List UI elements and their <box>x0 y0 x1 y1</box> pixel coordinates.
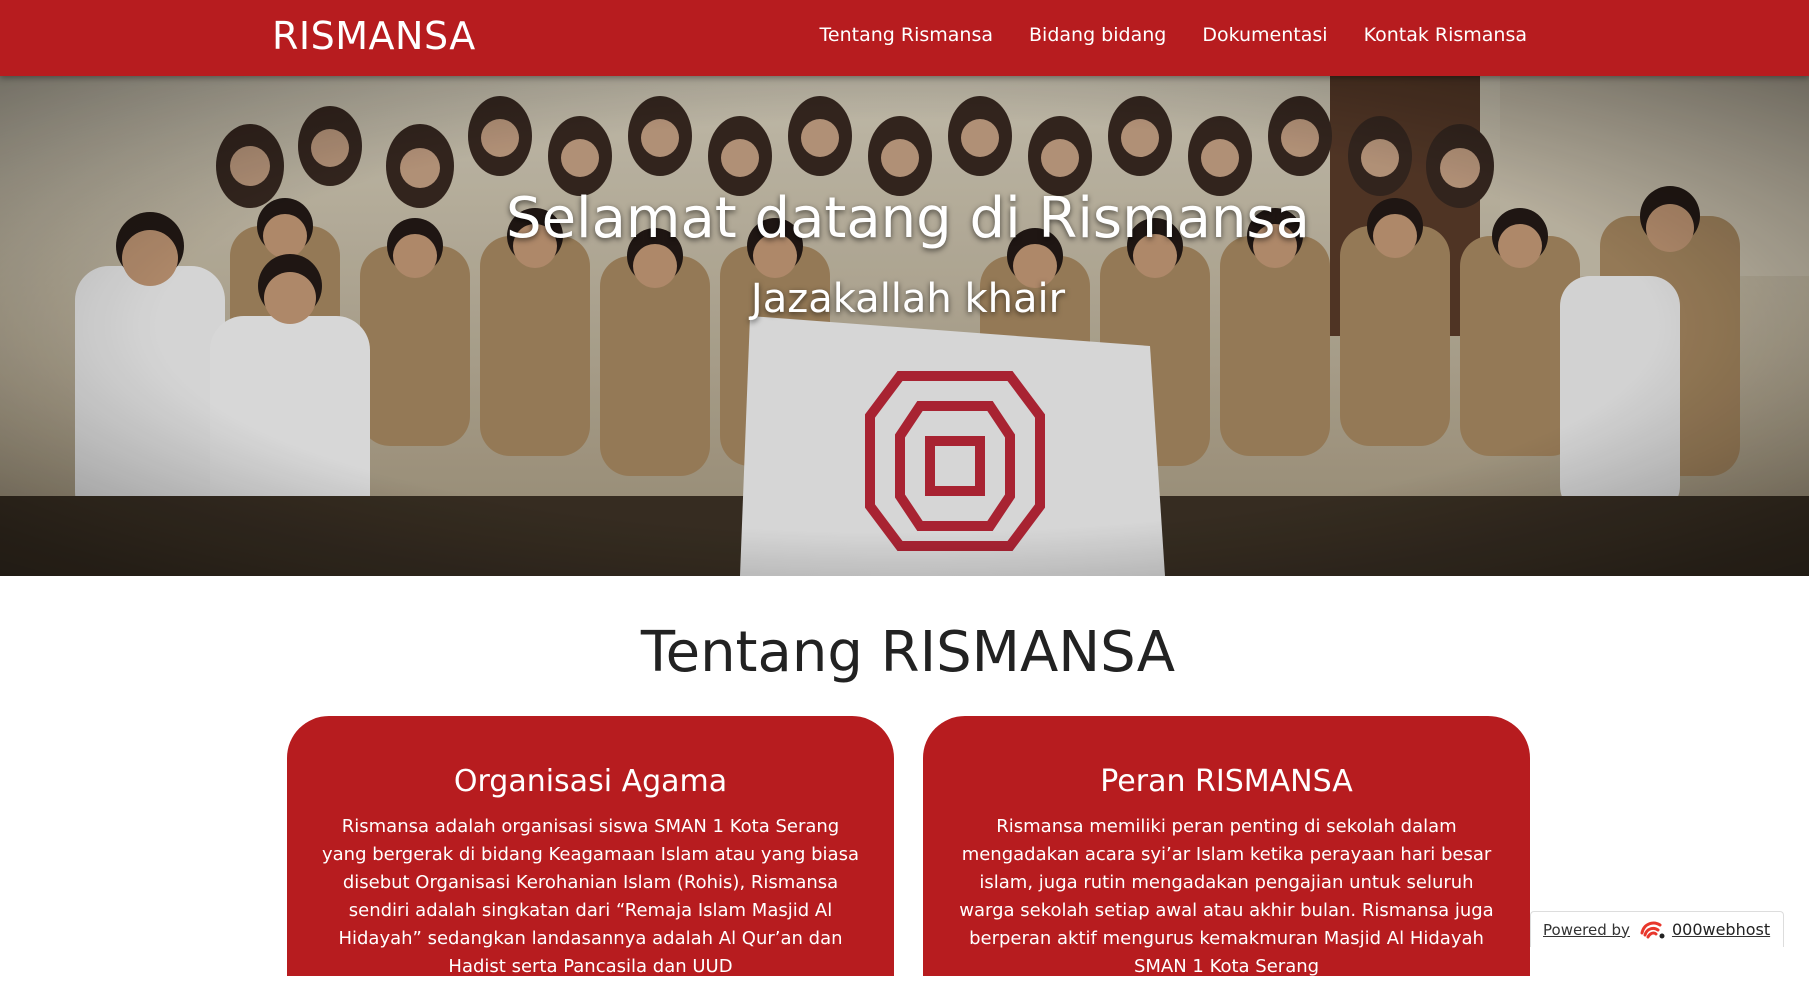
about-section-title: Tentang RISMANSA <box>640 620 1176 685</box>
brand-logo-link[interactable]: RISMANSA <box>272 14 476 58</box>
about-card-peran-rismansa: Peran RISMANSA Rismansa memiliki peran p… <box>923 716 1530 977</box>
000webhost-logo-icon <box>1640 921 1665 938</box>
hero-title: Selamat datang di Rismansa <box>506 186 1310 251</box>
nav-link-kontak-rismansa[interactable]: Kontak Rismansa <box>1346 24 1527 46</box>
nav-link-dokumentasi[interactable]: Dokumentasi <box>1184 24 1345 46</box>
card-title: Peran RISMANSA <box>1100 764 1353 799</box>
card-text: Rismansa adalah organisasi siswa SMAN 1 … <box>321 816 859 977</box>
nav-link-tentang-rismansa[interactable]: Tentang Rismansa <box>802 24 1011 46</box>
powered-by-label: Powered by <box>1543 920 1630 939</box>
powered-by-badge[interactable]: Powered by 000webhost <box>1530 911 1784 947</box>
hero-subtitle: Jazakallah khair <box>750 276 1066 322</box>
card-text: Rismansa memiliki peran penting di sekol… <box>959 816 1494 977</box>
about-card-organisasi-agama: Organisasi Agama Rismansa adalah organis… <box>287 716 894 977</box>
hero-banner: Selamat datang di Rismansa Jazakallah kh… <box>0 76 1809 576</box>
card-title: Organisasi Agama <box>453 764 728 799</box>
navbar: RISMANSA Tentang Rismansa Bidang bidang … <box>0 0 1809 76</box>
nav-menu: Tentang Rismansa Bidang bidang Dokumenta… <box>802 24 1527 46</box>
powered-by-brand: 000webhost <box>1671 920 1771 939</box>
nav-link-bidang-bidang[interactable]: Bidang bidang <box>1011 24 1184 46</box>
hero-group-photo <box>0 76 1809 576</box>
